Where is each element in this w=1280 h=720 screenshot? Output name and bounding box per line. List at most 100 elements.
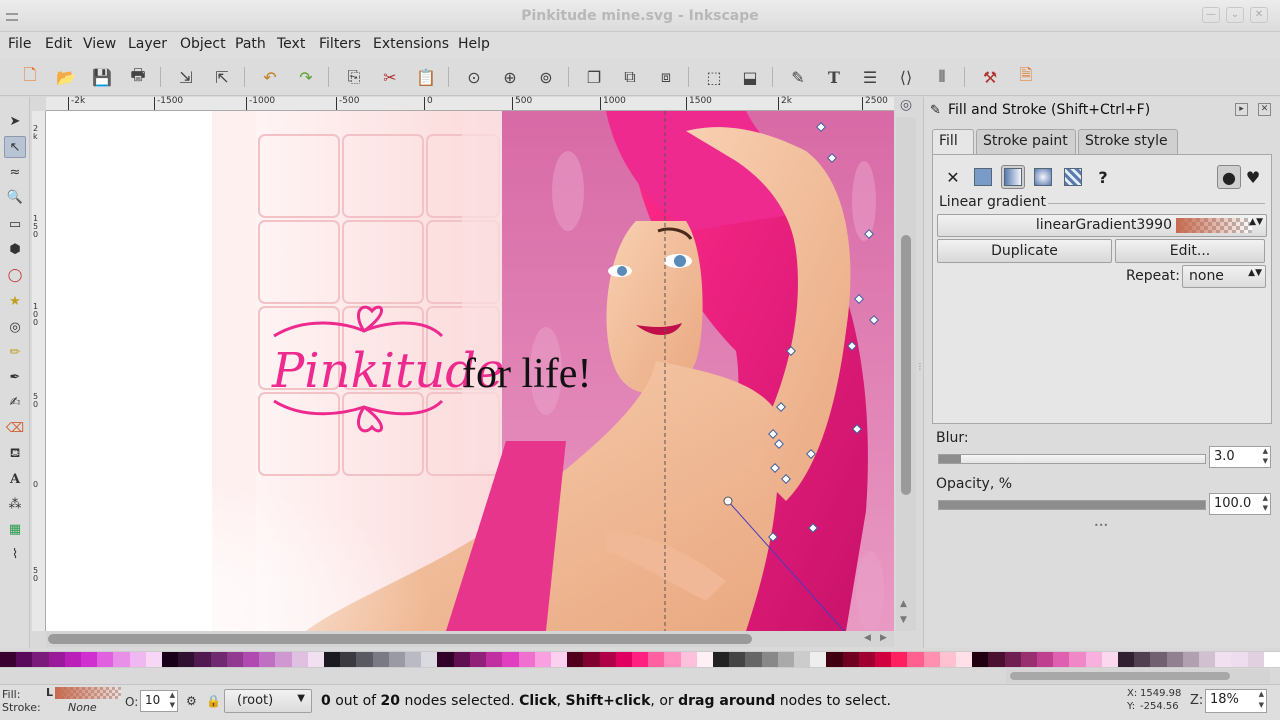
palette-swatch[interactable] xyxy=(210,652,227,667)
node-tool-icon[interactable]: ↖ xyxy=(4,136,26,158)
palette-swatch[interactable] xyxy=(372,652,389,667)
save-icon[interactable]: 💾 xyxy=(90,65,114,89)
spray-tool-icon[interactable]: ⁂ xyxy=(4,493,26,515)
palette-swatch[interactable] xyxy=(664,652,681,667)
opacity-spinbox[interactable]: 100.0 ▲ ▼ xyxy=(1209,493,1271,515)
palette-swatch[interactable] xyxy=(291,652,308,667)
spin-up-icon[interactable]: ▲ xyxy=(1263,494,1268,502)
toggle-visibility-icon[interactable]: ⚙ xyxy=(186,694,197,708)
maximize-icon[interactable]: ⌄ xyxy=(1226,7,1244,23)
palette-swatch[interactable] xyxy=(518,652,535,667)
fill-stroke-icon[interactable]: ✎ xyxy=(786,65,810,89)
paste-icon[interactable]: 📋 xyxy=(414,65,438,89)
star-tool-icon[interactable]: ★ xyxy=(4,290,26,312)
horizontal-scroll-thumb[interactable] xyxy=(48,634,752,644)
palette-swatch[interactable] xyxy=(907,652,924,667)
menu-filters[interactable]: Filters xyxy=(319,36,361,52)
paint-bucket-tool-icon[interactable]: ⛾ xyxy=(4,443,26,465)
palette-swatch[interactable] xyxy=(275,652,292,667)
palette-swatch[interactable] xyxy=(1199,652,1216,667)
menu-file[interactable]: File xyxy=(8,36,31,52)
palette-swatch[interactable] xyxy=(631,652,649,667)
gradient-select[interactable]: linearGradient3990 ▲▼ xyxy=(937,214,1267,237)
undo-icon[interactable]: ↶ xyxy=(258,65,282,89)
blur-slider[interactable] xyxy=(938,454,1206,464)
tweak-tool-icon[interactable]: ≈ xyxy=(4,161,26,183)
calligraphy-tool-icon[interactable]: ✍ xyxy=(4,391,26,413)
tab-stroke-paint[interactable]: Stroke paint xyxy=(976,129,1076,154)
horizontal-scrollbar[interactable]: ◀ ▶ xyxy=(46,631,894,647)
fill-swatch[interactable] xyxy=(55,687,121,699)
repeat-select[interactable]: none ▲▼ xyxy=(1182,265,1266,288)
open-icon[interactable]: 📂 xyxy=(54,65,78,89)
palette-swatch[interactable] xyxy=(777,652,794,667)
palette-swatch[interactable] xyxy=(712,652,730,667)
palette-swatch[interactable] xyxy=(16,652,33,667)
palette-swatch[interactable] xyxy=(696,652,713,667)
clone-icon[interactable]: ⧉ xyxy=(618,65,642,89)
align-distribute-icon[interactable]: ⫴ xyxy=(930,65,954,89)
zoom-page-icon[interactable]: ⊚ xyxy=(534,65,558,89)
palette-swatch[interactable] xyxy=(923,652,940,667)
palette-scrollbar[interactable] xyxy=(1006,669,1270,683)
palette-swatch[interactable] xyxy=(162,652,179,667)
spin-down-icon[interactable]: ▼ xyxy=(1263,504,1268,512)
menu-help[interactable]: Help xyxy=(458,36,490,52)
zoom-spinbox[interactable]: 18% ▲ ▼ xyxy=(1205,689,1267,713)
selector-tool-icon[interactable]: ➤ xyxy=(4,110,26,132)
palette-swatch[interactable] xyxy=(307,652,325,667)
fill-rule-evenodd-icon[interactable]: ● xyxy=(1217,165,1241,189)
group-icon[interactable]: ⬚ xyxy=(702,65,726,89)
palette-swatch[interactable] xyxy=(810,652,827,667)
scroll-up-icon[interactable]: ▲ xyxy=(900,599,907,609)
palette-swatch[interactable] xyxy=(178,652,195,667)
palette-swatch[interactable] xyxy=(680,652,697,667)
palette-swatch[interactable] xyxy=(194,652,211,667)
layer-select[interactable]: (root) ▼ xyxy=(224,689,312,713)
vertical-scrollbar[interactable]: ▲ ▼ xyxy=(896,117,916,631)
scroll-down-icon[interactable]: ▼ xyxy=(900,615,907,625)
unlink-clone-icon[interactable]: ⧈ xyxy=(654,65,678,89)
tab-stroke-style[interactable]: Stroke style xyxy=(1078,129,1178,154)
redo-icon[interactable]: ↷ xyxy=(294,65,318,89)
eraser-tool-icon[interactable]: ⌫ xyxy=(4,417,26,439)
import-icon[interactable]: ⇲ xyxy=(174,65,198,89)
palette-swatch[interactable] xyxy=(1085,652,1102,667)
text-tool-icon[interactable]: A xyxy=(4,468,26,490)
palette-swatch[interactable] xyxy=(1004,652,1021,667)
palette-swatch[interactable] xyxy=(1134,652,1151,667)
palette-swatch[interactable] xyxy=(599,652,616,667)
lock-icon[interactable]: 🔒 xyxy=(206,694,221,708)
zoom-tool-icon[interactable]: 🔍 xyxy=(4,186,26,208)
text-font-icon[interactable]: T xyxy=(822,65,846,89)
linear-gradient-icon[interactable] xyxy=(1001,165,1025,189)
menu-extensions[interactable]: Extensions xyxy=(373,36,449,52)
palette-swatch[interactable] xyxy=(356,652,373,667)
palette-swatch[interactable] xyxy=(648,652,665,667)
dock-resize-handle[interactable]: ⋮ xyxy=(916,362,924,371)
menu-object[interactable]: Object xyxy=(180,36,226,52)
palette-swatch[interactable] xyxy=(226,652,244,667)
spin-up-icon[interactable]: ▲ xyxy=(1263,447,1268,455)
pencil-tool-icon[interactable]: ✏ xyxy=(4,341,26,363)
palette-scroll-thumb[interactable] xyxy=(1010,672,1230,680)
palette-swatch[interactable] xyxy=(324,652,341,667)
palette-swatch[interactable] xyxy=(469,652,487,667)
fill-rule-nonzero-icon[interactable]: ♥ xyxy=(1241,165,1265,189)
palette-swatch[interactable] xyxy=(502,652,519,667)
gradient-tool-icon[interactable]: ▦ xyxy=(4,518,26,540)
unset-paint-icon[interactable]: ? xyxy=(1091,165,1115,189)
palette-swatch[interactable] xyxy=(955,652,973,667)
duplicate-button[interactable]: Duplicate xyxy=(937,239,1112,263)
flat-color-icon[interactable] xyxy=(971,165,995,189)
palette-swatch[interactable] xyxy=(48,652,65,667)
palette-swatch[interactable] xyxy=(486,652,503,667)
palette-swatch[interactable] xyxy=(453,652,470,667)
palette-swatch[interactable] xyxy=(761,652,778,667)
palette-swatch[interactable] xyxy=(1020,652,1037,667)
new-document-icon[interactable]: 🗋 xyxy=(18,65,42,89)
palette-swatch[interactable] xyxy=(745,652,762,667)
palette-swatch[interactable] xyxy=(1182,652,1200,667)
palette-swatch[interactable] xyxy=(340,652,357,667)
palette-swatch[interactable] xyxy=(243,652,260,667)
